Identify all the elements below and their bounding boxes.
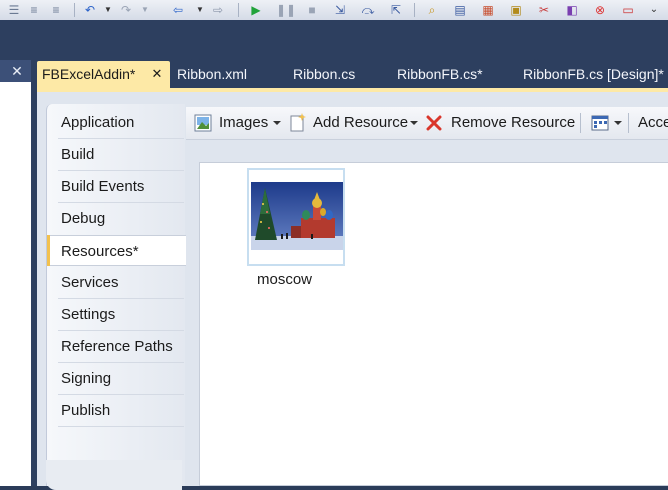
- property-tab-resources[interactable]: Resources*: [47, 235, 186, 266]
- chevron-down-icon[interactable]: [273, 121, 281, 125]
- toolbar-separator: [628, 113, 629, 133]
- tab-label[interactable]: FBExcelAddin*: [42, 63, 135, 85]
- tools-icon[interactable]: ✂: [536, 2, 552, 18]
- extension-icon[interactable]: ◧: [564, 2, 580, 18]
- images-icon[interactable]: [194, 114, 212, 132]
- outdent-icon[interactable]: ≡: [48, 2, 64, 18]
- step-into-icon[interactable]: ⇲: [332, 2, 348, 18]
- views-icon[interactable]: [591, 114, 609, 132]
- tab-ribbonfb-design[interactable]: RibbonFB.cs [Design]*: [523, 62, 664, 86]
- main-toolbar: ☰ ≡ ≡ ↶ ▼ ↷ ▼ ⇦ ▼ ⇨ ▶ ❚❚ ■ ⇲ ⤼ ⇱ ⌕ ▤ ▦ ▣…: [0, 0, 668, 21]
- property-tab-publish[interactable]: Publish: [50, 395, 184, 426]
- align-icon[interactable]: ☰: [6, 2, 22, 18]
- images-dropdown-label[interactable]: Images: [219, 112, 268, 134]
- tab-divider: [58, 426, 184, 427]
- close-icon[interactable]: ✕: [150, 66, 164, 82]
- access-modifier-label[interactable]: Acce: [638, 112, 668, 134]
- tab-ribbon-cs[interactable]: Ribbon.cs: [293, 62, 355, 86]
- toolbox-icon[interactable]: ▣: [508, 2, 524, 18]
- property-tab-services[interactable]: Services: [50, 267, 184, 298]
- redo-icon[interactable]: ↷: [118, 2, 134, 18]
- remove-icon[interactable]: [426, 115, 442, 131]
- left-tool-window: [0, 60, 31, 486]
- property-tab-build-events[interactable]: Build Events: [50, 171, 184, 202]
- resource-item-label[interactable]: moscow: [257, 270, 312, 290]
- properties-icon[interactable]: ▤: [452, 2, 468, 18]
- chevron-down-icon[interactable]: [410, 121, 418, 125]
- property-tab-signing[interactable]: Signing: [50, 363, 184, 394]
- redo-dropdown-icon[interactable]: ▼: [137, 2, 153, 18]
- step-out-icon[interactable]: ⇱: [388, 2, 404, 18]
- tab-ribbon-xml[interactable]: Ribbon.xml: [177, 62, 247, 86]
- remove-resource-label[interactable]: Remove Resource: [451, 112, 575, 134]
- step-over-icon[interactable]: ⤼: [360, 2, 376, 18]
- close-icon[interactable]: ✕: [8, 63, 26, 79]
- toolbar-separator: [580, 113, 581, 133]
- property-tab-application[interactable]: Application: [50, 107, 184, 138]
- undo-icon[interactable]: ↶: [82, 2, 98, 18]
- output-icon[interactable]: ▭: [620, 2, 636, 18]
- property-tab-debug[interactable]: Debug: [50, 203, 184, 234]
- error-list-icon[interactable]: ⊗: [592, 2, 608, 18]
- object-browser-icon[interactable]: ▦: [480, 2, 496, 18]
- undo-dropdown-icon[interactable]: ▼: [100, 2, 116, 18]
- navigate-back-icon[interactable]: ⇦: [170, 2, 186, 18]
- pause-icon[interactable]: ❚❚: [276, 2, 296, 18]
- navigate-dropdown-icon[interactable]: ▼: [192, 2, 208, 18]
- toolbar-overflow-icon[interactable]: ⌄: [646, 2, 662, 18]
- tab-ribbonfb-cs[interactable]: RibbonFB.cs*: [397, 62, 483, 86]
- add-resource-label[interactable]: Add Resource: [313, 112, 408, 134]
- property-tab-reference-paths[interactable]: Reference Paths: [50, 331, 184, 362]
- chevron-down-icon[interactable]: [614, 121, 622, 125]
- add-resource-icon[interactable]: [288, 112, 308, 132]
- toolbar-band: [0, 20, 668, 60]
- find-icon[interactable]: ⌕: [424, 2, 440, 18]
- toolbar-separator: [238, 3, 239, 17]
- toolbar-separator: [414, 3, 415, 17]
- navigate-forward-icon[interactable]: ⇨: [210, 2, 226, 18]
- resource-thumbnail-image[interactable]: [251, 182, 343, 250]
- property-tab-settings[interactable]: Settings: [50, 299, 184, 330]
- property-tab-build[interactable]: Build: [50, 139, 184, 170]
- start-debugging-icon[interactable]: ▶: [248, 2, 264, 18]
- toolbar-separator: [74, 3, 75, 17]
- stop-icon[interactable]: ■: [304, 2, 320, 18]
- indent-icon[interactable]: ≡: [26, 2, 42, 18]
